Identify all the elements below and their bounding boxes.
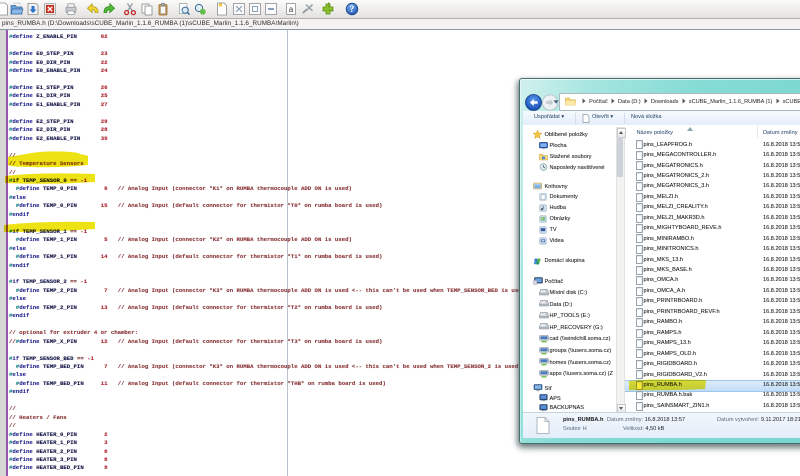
svg-text:?: ? (349, 4, 354, 14)
svg-text:a: a (289, 5, 294, 14)
